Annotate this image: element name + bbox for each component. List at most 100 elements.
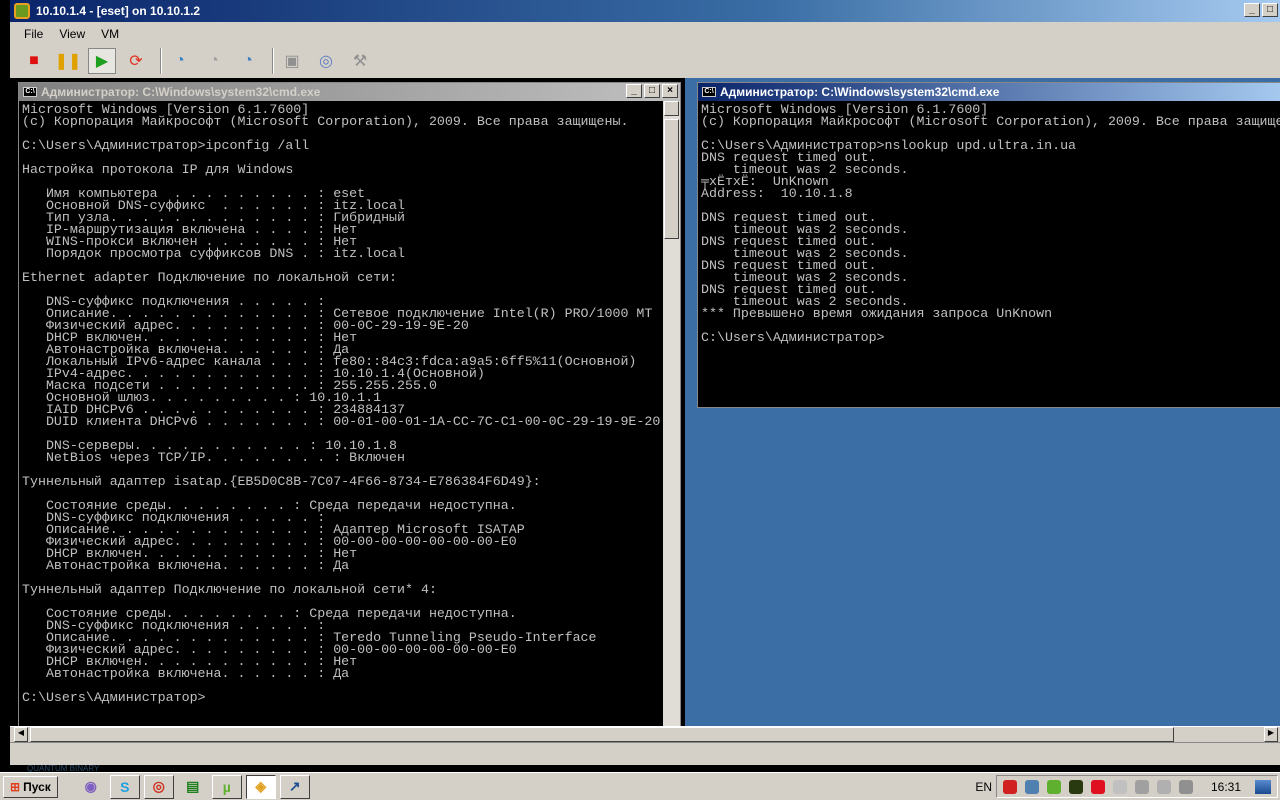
start-button[interactable]: ⊞ Пуск bbox=[3, 775, 58, 798]
power-on-icon: ▶ bbox=[95, 53, 109, 70]
console-line: Автонастройка включена. . . . . . : Да bbox=[22, 666, 350, 681]
console-line: C:\Users\Администратор>ipconfig /all bbox=[22, 138, 310, 153]
console-line: *** Превышено время ожидания запроса UnK… bbox=[701, 306, 1053, 321]
disc-app-icon: ◉ bbox=[84, 778, 97, 794]
taskbar: ⊞ Пуск ◉ S ◎ ▤ µ ◈ ↗ 16:31 EN bbox=[0, 772, 1280, 800]
taskbar-skype[interactable]: S bbox=[109, 774, 140, 799]
show-desktop-button[interactable] bbox=[1255, 779, 1271, 794]
window-title: 10.10.1.4 - [eset] on 10.10.1.2 bbox=[36, 4, 201, 18]
floppy-button[interactable]: ▣ bbox=[278, 48, 306, 74]
console-line: Настройка протокола IP для Windows bbox=[22, 162, 294, 177]
minimize-button[interactable]: _ bbox=[1244, 3, 1260, 17]
vertical-scrollbar[interactable] bbox=[663, 101, 680, 726]
vmware-logo-icon bbox=[14, 3, 30, 19]
tray-blue-app-icon[interactable] bbox=[1024, 779, 1039, 794]
console-line: Порядок просмотра суффиксов DNS . : itz.… bbox=[22, 246, 406, 261]
console-line: Туннельный адаптер isatap.{EB5D0C8B-7C07… bbox=[22, 474, 541, 489]
suspend-icon: ❚❚ bbox=[54, 53, 82, 70]
scroll-thumb[interactable] bbox=[664, 119, 679, 239]
host-background bbox=[0, 0, 10, 800]
console-line: Автонастройка включена. . . . . . : Да bbox=[22, 558, 350, 573]
snapshot-manager-button[interactable]: ◔ bbox=[234, 48, 262, 74]
console-line: Address: 10.10.1.8 bbox=[701, 186, 853, 201]
tray-red-app-icon[interactable] bbox=[1002, 779, 1017, 794]
power-on-button[interactable]: ▶ bbox=[88, 48, 116, 74]
console-output-right[interactable]: Microsoft Windows [Version 6.1.7600] (c) … bbox=[698, 101, 1280, 407]
scroll-up-button[interactable] bbox=[664, 101, 679, 116]
console-line: DUID клиента DHCPv6 . . . . . . . : 00-0… bbox=[22, 414, 661, 429]
language-indicator[interactable]: EN bbox=[975, 780, 992, 794]
scroll-right-button[interactable]: ▶ bbox=[1264, 727, 1278, 742]
cmd-icon: C:\ bbox=[23, 87, 37, 97]
taskbar-chrome[interactable]: ◎ bbox=[143, 774, 174, 799]
system-tray: 16:31 bbox=[995, 775, 1278, 798]
console-line: Туннельный адаптер Подключение по локаль… bbox=[22, 582, 437, 597]
chrome-icon: ◎ bbox=[152, 778, 165, 794]
resource-monitor-icon: ▤ bbox=[186, 778, 200, 794]
tray-skype-icon[interactable] bbox=[1090, 779, 1105, 794]
menu-vm[interactable]: VM bbox=[101, 27, 119, 41]
cd-rom-button[interactable]: ◎ bbox=[312, 48, 340, 74]
taskbar-disc-app[interactable]: ◉ bbox=[76, 775, 106, 799]
cmd-window-left[interactable]: C:\ Администратор: C:\Windows\system32\c… bbox=[18, 82, 681, 726]
reset-button[interactable]: ⟳ bbox=[122, 48, 150, 74]
maximize-button[interactable]: □ bbox=[1262, 3, 1278, 17]
horizontal-scrollbar[interactable]: ◀ ▶ bbox=[10, 726, 1280, 742]
taskbar-utorrent[interactable]: µ bbox=[211, 774, 242, 799]
tray-utorrent-icon[interactable] bbox=[1046, 779, 1061, 794]
usb-icon: ⚒ bbox=[352, 53, 368, 70]
tray-volume-muted-icon[interactable] bbox=[1156, 779, 1171, 794]
taskbar-items: ◉ S ◎ ▤ µ ◈ ↗ bbox=[72, 774, 310, 799]
scroll-left-button[interactable]: ◀ bbox=[14, 727, 28, 742]
tray-action-center-icon[interactable] bbox=[1112, 779, 1127, 794]
console-output-left[interactable]: Microsoft Windows [Version 6.1.7600] (c) … bbox=[19, 101, 664, 726]
cmd-titlebar-left[interactable]: C:\ Администратор: C:\Windows\system32\c… bbox=[19, 83, 680, 101]
start-label: Пуск bbox=[23, 779, 51, 794]
scroll-thumb-horizontal[interactable] bbox=[30, 727, 1174, 742]
snapshot-manager-icon: ◔ bbox=[243, 52, 253, 69]
taskbar-remote-app[interactable]: ↗ bbox=[279, 774, 310, 799]
remote-app-icon: ↗ bbox=[288, 778, 301, 794]
cmd-maximize-button[interactable]: □ bbox=[644, 84, 660, 98]
cmd-title-left: Администратор: C:\Windows\system32\cmd.e… bbox=[41, 85, 321, 99]
tray-nvidia-icon[interactable] bbox=[1068, 779, 1083, 794]
skype-icon: S bbox=[120, 778, 130, 795]
taskbar-resource-monitor[interactable]: ▤ bbox=[178, 775, 208, 799]
menu-view[interactable]: View bbox=[59, 27, 85, 41]
taskbar-vmware-client[interactable]: ◈ bbox=[245, 774, 276, 799]
cd-rom-icon: ◎ bbox=[319, 53, 333, 70]
cmd-window-right[interactable]: C:\ Администратор: C:\Windows\system32\c… bbox=[697, 82, 1280, 408]
take-snapshot-icon: ◔ bbox=[175, 52, 185, 69]
menu-file[interactable]: File bbox=[24, 27, 43, 41]
cmd-icon: C:\ bbox=[702, 87, 716, 97]
power-off-icon: ■ bbox=[29, 52, 39, 69]
menu-bar: File View VM bbox=[10, 24, 1280, 44]
toolbar-separator bbox=[160, 48, 162, 74]
suspend-button[interactable]: ❚❚ bbox=[54, 48, 82, 74]
console-line: (c) Корпорация Майкрософт (Microsoft Cor… bbox=[701, 114, 1280, 129]
cmd-title-right: Администратор: C:\Windows\system32\cmd.e… bbox=[720, 85, 1000, 99]
revert-snapshot-icon: ◔ bbox=[209, 52, 219, 69]
vm-console[interactable]: C:\ Администратор: C:\Windows\system32\c… bbox=[10, 78, 1280, 726]
cmd-titlebar-right[interactable]: C:\ Администратор: C:\Windows\system32\c… bbox=[698, 83, 1280, 101]
cmd-minimize-button[interactable]: _ bbox=[626, 84, 642, 98]
usb-button[interactable]: ⚒ bbox=[346, 48, 374, 74]
tray-power-icon[interactable] bbox=[1134, 779, 1149, 794]
vmware-client-icon: ◈ bbox=[255, 778, 267, 794]
cmd-close-button[interactable]: × bbox=[662, 84, 678, 98]
tray-network-icon[interactable] bbox=[1178, 779, 1193, 794]
take-snapshot-button[interactable]: ◔ bbox=[166, 48, 194, 74]
toolbar: ■ ❚❚ ▶ ⟳ ◔ ◔ ◔ ▣ ◎ ⚒ bbox=[10, 46, 1280, 76]
console-line: NetBios через TCP/IP. . . . . . . . : Вк… bbox=[22, 450, 406, 465]
power-off-button[interactable]: ■ bbox=[20, 48, 48, 74]
reset-icon: ⟳ bbox=[129, 53, 143, 70]
revert-snapshot-button[interactable]: ◔ bbox=[200, 48, 228, 74]
utorrent-icon: µ bbox=[222, 778, 231, 795]
console-line: C:\Users\Администратор> bbox=[22, 690, 206, 705]
clock[interactable]: 16:31 bbox=[1211, 780, 1241, 794]
floppy-icon: ▣ bbox=[284, 53, 300, 70]
console-line: Ethernet adapter Подключение по локально… bbox=[22, 270, 398, 285]
console-line: (c) Корпорация Майкрософт (Microsoft Cor… bbox=[22, 114, 629, 129]
toolbar-separator bbox=[272, 48, 274, 74]
window-titlebar: 10.10.1.4 - [eset] on 10.10.1.2 _ □ bbox=[10, 0, 1280, 22]
